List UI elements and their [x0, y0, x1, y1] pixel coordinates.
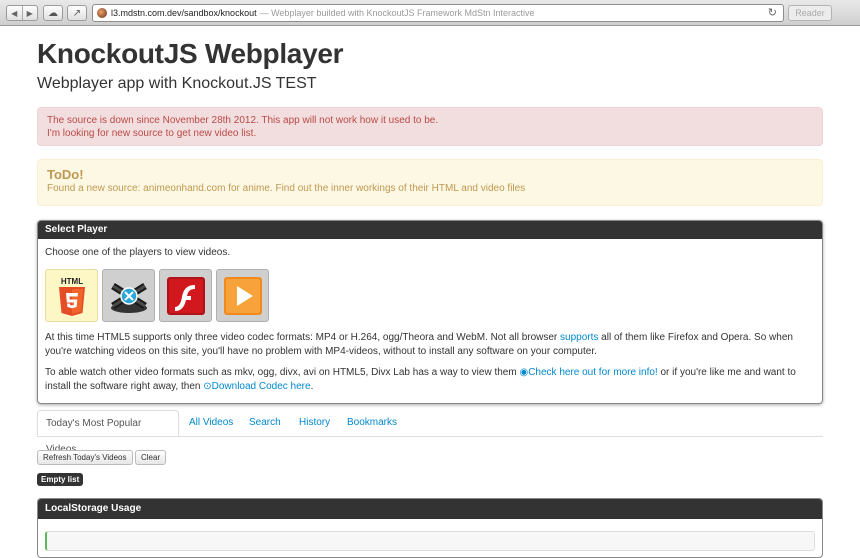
check-info-link[interactable]: Check here out for more info!	[528, 367, 658, 378]
localstorage-usage-bar	[45, 531, 815, 551]
tab-search[interactable]: Search	[249, 410, 281, 436]
back-button[interactable]: ◀	[7, 6, 22, 20]
refresh-videos-button[interactable]: Refresh Today's Videos	[37, 450, 133, 465]
localstorage-heading: LocalStorage Usage	[38, 499, 822, 519]
tab-popular-videos[interactable]: Today's Most Popular Videos	[37, 410, 179, 455]
download-codec-link[interactable]: Download Codec here	[212, 381, 311, 392]
reader-button[interactable]: Reader	[788, 5, 832, 21]
localstorage-panel: LocalStorage Usage	[37, 498, 823, 558]
divx-icon	[110, 282, 147, 313]
page-subtitle: Webplayer app with Knockout.JS TEST	[37, 75, 317, 92]
vlc-player-option[interactable]	[216, 269, 269, 322]
html5-icon: HTML	[58, 277, 85, 316]
divx-info-text-3: .	[310, 381, 314, 392]
html5-player-option[interactable]: HTML	[45, 269, 98, 322]
play-icon	[223, 276, 262, 315]
flash-player-option[interactable]	[159, 269, 212, 322]
player-list: HTML	[45, 269, 815, 322]
html5-icon-label: HTML	[60, 277, 82, 286]
player-intro: Choose one of the players to view videos…	[45, 247, 231, 258]
error-line-1: The source is down since November 28th 2…	[47, 115, 439, 126]
page-title: KnockoutJS Webplayer	[37, 38, 344, 69]
flash-icon	[166, 276, 205, 315]
page-title-in-url: — Webplayer builded with KnockoutJS Fram…	[259, 8, 535, 18]
divx-player-option[interactable]	[102, 269, 155, 322]
empty-list-button[interactable]: Empty list	[37, 473, 84, 486]
video-tabs: Today's Most Popular Videos All Videos S…	[37, 410, 823, 455]
url-text: l3.mdstn.com.dev/sandbox/knockout	[111, 8, 257, 18]
select-player-panel: Select Player Choose one of the players …	[37, 220, 823, 404]
error-line-2: I'm looking for new source to get new vi…	[47, 128, 257, 139]
todo-text: Found a new source: animeonhand.com for …	[47, 183, 526, 194]
share-icon[interactable]: ↗	[67, 5, 87, 21]
forward-button[interactable]: ▶	[21, 6, 38, 20]
codec-info-text-1: At this time HTML5 supports only three v…	[45, 332, 561, 343]
address-bar[interactable]: l3.mdstn.com.dev/sandbox/knockout — Webp…	[92, 4, 784, 22]
download-icon: ⊙	[203, 381, 212, 392]
site-favicon-icon	[97, 8, 107, 18]
cloud-icon[interactable]: ☁	[43, 5, 63, 21]
todo-alert: ToDo! Found a new source: animeonhand.co…	[37, 159, 823, 206]
nav-buttons: ◀ ▶	[6, 5, 38, 21]
divx-info-text-1: To able watch other video formats such a…	[45, 367, 520, 378]
reload-icon[interactable]: ↻	[768, 6, 777, 19]
divx-info: To able watch other video formats such a…	[45, 366, 815, 394]
todo-title: ToDo!	[47, 167, 84, 182]
select-player-heading: Select Player	[38, 221, 822, 239]
tab-history[interactable]: History	[299, 410, 330, 436]
error-alert: The source is down since November 28th 2…	[37, 107, 823, 146]
supports-link[interactable]: supports	[560, 332, 598, 343]
globe-icon: ◉	[519, 367, 529, 378]
browser-toolbar: ◀ ▶ ☁ ↗ l3.mdstn.com.dev/sandbox/knockou…	[0, 0, 860, 26]
tab-bookmarks[interactable]: Bookmarks	[347, 410, 397, 436]
tab-all-videos[interactable]: All Videos	[189, 410, 233, 436]
html5-codec-info: At this time HTML5 supports only three v…	[45, 331, 815, 359]
clear-button[interactable]: Clear	[135, 450, 167, 465]
